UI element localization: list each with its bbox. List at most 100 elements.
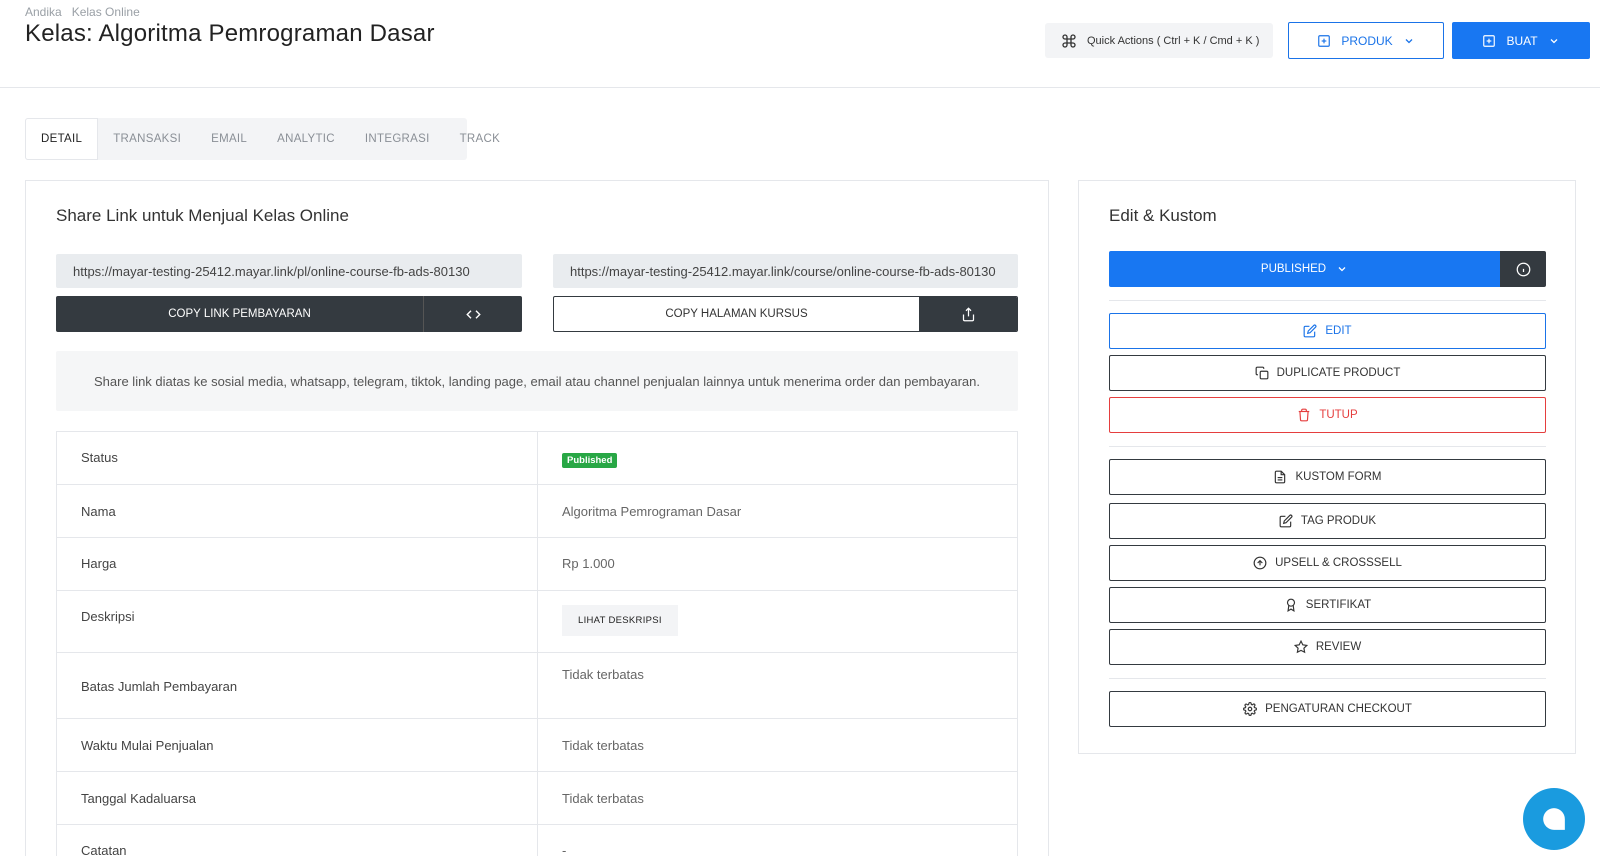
command-icon: [1062, 33, 1076, 48]
page-header: Andika Kelas Online Kelas: Algoritma Pem…: [0, 0, 1600, 88]
tab-analytic[interactable]: ANALYTIC: [262, 118, 350, 160]
chat-icon: [1543, 808, 1565, 830]
tab-bar: DETAIL TRANSAKSI EMAIL ANALYTIC INTEGRAS…: [25, 118, 500, 160]
waktu-value: Tidak terbatas: [562, 738, 644, 753]
buat-label: BUAT: [1506, 33, 1538, 48]
product-detail-table: Status Published Nama Algoritma Pemrogra…: [56, 431, 1018, 856]
chevron-down-icon: [1550, 38, 1558, 43]
produk-label: PRODUK: [1341, 33, 1393, 48]
catatan-value: -: [562, 843, 567, 856]
share-note: Share link diatas ke sosial media, whats…: [56, 351, 1018, 411]
tanggal-label: Tanggal Kadaluarsa: [57, 772, 538, 824]
copy-icon: [1255, 366, 1269, 380]
tab-integrasi[interactable]: INTEGRASI: [350, 118, 445, 160]
harga-value: Rp 1.000: [562, 556, 615, 571]
review-button[interactable]: REVIEW: [1109, 629, 1546, 665]
kustom-form-button[interactable]: KUSTOM FORM: [1109, 459, 1546, 495]
tab-email[interactable]: EMAIL: [196, 118, 262, 160]
quick-actions-button[interactable]: Quick Actions ( Ctrl + K / Cmd + K ): [1045, 23, 1273, 58]
page-title: Kelas: Algoritma Pemrograman Dasar: [25, 20, 435, 47]
code-icon: [465, 309, 481, 319]
copy-course-page-group: COPY HALAMAN KURSUS: [553, 296, 1018, 332]
sertifikat-button[interactable]: SERTIFIKAT: [1109, 587, 1546, 623]
tutup-button[interactable]: TUTUP: [1109, 397, 1546, 433]
table-row: Waktu Mulai Penjualan Tidak terbatas: [57, 719, 1017, 772]
duplicate-product-button[interactable]: DUPLICATE PRODUCT: [1109, 355, 1546, 391]
lihat-deskripsi-button[interactable]: LIHAT DESKRIPSI: [562, 605, 678, 636]
edit-button[interactable]: EDIT: [1109, 313, 1546, 349]
table-row: Tanggal Kadaluarsa Tidak terbatas: [57, 772, 1017, 825]
trash-icon: [1299, 408, 1310, 422]
plus-square-icon: [1483, 34, 1496, 47]
table-row: Status Published: [57, 432, 1017, 485]
buat-dropdown-button[interactable]: BUAT: [1452, 22, 1590, 59]
copy-course-page-button[interactable]: COPY HALAMAN KURSUS: [554, 297, 919, 331]
table-row: Deskripsi LIHAT DESKRIPSI: [57, 591, 1017, 653]
pengaturan-checkout-button[interactable]: PENGATURAN CHECKOUT: [1109, 691, 1546, 727]
share-icon: [962, 306, 974, 321]
table-row: Catatan -: [57, 825, 1017, 856]
tag-produk-button[interactable]: TAG PRODUK: [1109, 503, 1546, 539]
deskripsi-label: Deskripsi: [57, 591, 538, 652]
share-link-card: Share Link untuk Menjual Kelas Online ht…: [25, 180, 1049, 856]
payment-url-field[interactable]: https://mayar-testing-25412.mayar.link/p…: [56, 254, 522, 288]
harga-label: Harga: [57, 538, 538, 590]
tab-transaksi[interactable]: TRANSAKSI: [98, 118, 196, 160]
share-card-title: Share Link untuk Menjual Kelas Online: [56, 206, 349, 225]
tag-produk-label: TAG PRODUK: [1300, 515, 1377, 527]
share-button[interactable]: [919, 297, 1017, 331]
copy-payment-link-button[interactable]: COPY LINK PEMBAYARAN: [56, 296, 424, 332]
breadcrumb: Andika Kelas Online: [25, 5, 140, 19]
kustom-form-label: KUSTOM FORM: [1295, 471, 1382, 483]
tutup-label: TUTUP: [1319, 409, 1358, 421]
waktu-label: Waktu Mulai Penjualan: [57, 719, 538, 771]
duplicate-label: DUPLICATE PRODUCT: [1276, 367, 1401, 379]
batas-value: Tidak terbatas: [562, 667, 644, 682]
breadcrumb-item-andika[interactable]: Andika: [25, 5, 62, 19]
tab-detail[interactable]: DETAIL: [25, 118, 99, 160]
chevron-down-icon: [1405, 38, 1413, 43]
chat-widget-button[interactable]: [1523, 788, 1585, 850]
course-url-field[interactable]: https://mayar-testing-25412.mayar.link/c…: [553, 254, 1018, 288]
nama-value: Algoritma Pemrograman Dasar: [562, 504, 742, 519]
edit-label: EDIT: [1325, 325, 1352, 337]
publish-info-button[interactable]: [1500, 251, 1546, 287]
batas-label: Batas Jumlah Pembayaran: [57, 653, 538, 718]
star-icon: [1293, 640, 1308, 654]
table-row: Harga Rp 1.000: [57, 538, 1017, 591]
edit-icon: [1303, 324, 1317, 338]
status-label: Status: [57, 432, 538, 484]
divider: [1109, 678, 1546, 679]
file-text-icon: [1275, 470, 1286, 484]
sertifikat-label: SERTIFIKAT: [1305, 599, 1372, 611]
edit-card-title: Edit & Kustom: [1109, 206, 1217, 225]
quick-actions-label: Quick Actions ( Ctrl + K / Cmd + K ): [1087, 34, 1260, 47]
chevron-down-icon: [1338, 267, 1346, 272]
arrow-up-circle-icon: [1253, 556, 1267, 570]
edit-icon: [1279, 514, 1293, 528]
tab-track[interactable]: TRACK: [445, 118, 515, 160]
edit-custom-card: Edit & Kustom PUBLISHED EDIT DUPLICATE P…: [1078, 180, 1576, 754]
published-label: PUBLISHED: [1260, 263, 1327, 275]
plus-square-icon: [1318, 34, 1331, 47]
divider: [1109, 300, 1546, 301]
award-icon: [1286, 598, 1295, 612]
produk-dropdown-button[interactable]: PRODUK: [1288, 22, 1444, 59]
divider: [1109, 446, 1546, 447]
copy-payment-link-group: COPY LINK PEMBAYARAN: [56, 296, 522, 332]
review-label: REVIEW: [1315, 641, 1362, 653]
upsell-label: UPSELL & CROSSSELL: [1275, 557, 1402, 569]
checkout-label: PENGATURAN CHECKOUT: [1265, 703, 1412, 715]
info-icon: [1516, 262, 1530, 276]
gear-icon: [1243, 702, 1258, 716]
table-row: Nama Algoritma Pemrograman Dasar: [57, 485, 1017, 538]
table-row: Batas Jumlah Pembayaran Tidak terbatas: [57, 653, 1017, 719]
breadcrumb-item-kelas-online[interactable]: Kelas Online: [72, 5, 140, 19]
embed-code-button[interactable]: [424, 296, 522, 332]
published-dropdown-button[interactable]: PUBLISHED: [1109, 251, 1500, 287]
upsell-crosssell-button[interactable]: UPSELL & CROSSSELL: [1109, 545, 1546, 581]
publish-status-group: PUBLISHED: [1109, 251, 1546, 287]
catatan-label: Catatan: [57, 825, 538, 856]
status-badge: Published: [562, 453, 618, 468]
tanggal-value: Tidak terbatas: [562, 791, 644, 806]
